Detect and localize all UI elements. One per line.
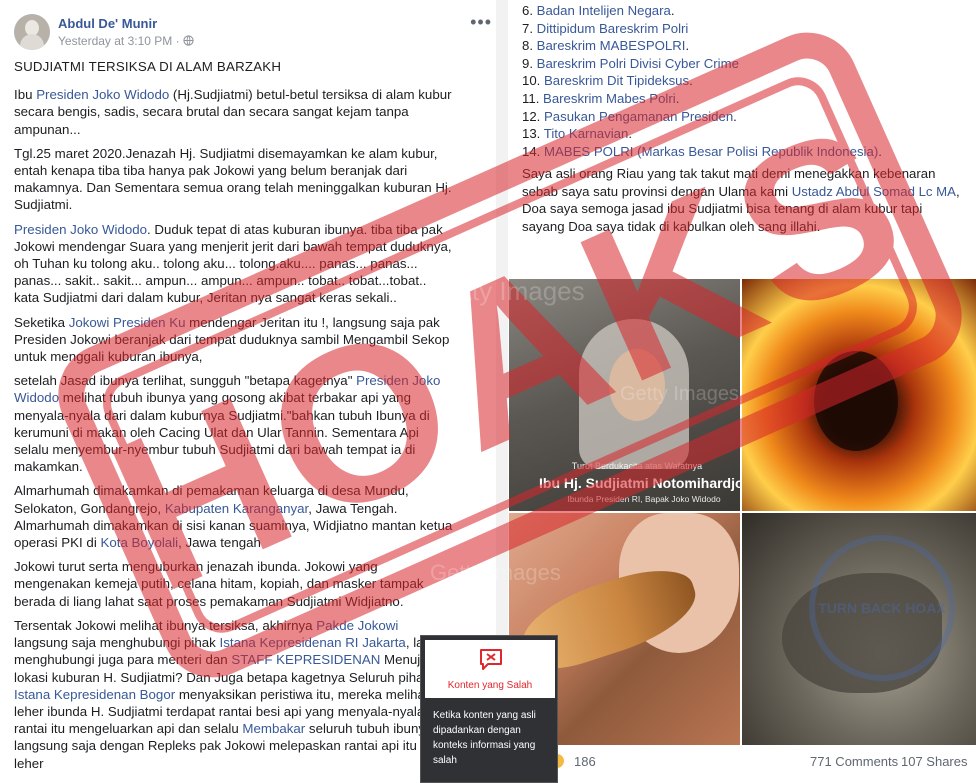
- inline-link[interactable]: Ustadz Abdul Somad Lc MA: [792, 184, 956, 199]
- list-number: 13.: [522, 126, 544, 142]
- inline-link[interactable]: STAFF KEPRESIDENAN: [231, 652, 380, 667]
- author-name[interactable]: Abdul De' Munir: [58, 16, 157, 31]
- avatar-body: [20, 34, 44, 50]
- text-run: setelah Jasad ibunya terlihat, sungguh "…: [14, 373, 357, 389]
- watermark-text: TURN BACK HOAX: [818, 600, 946, 616]
- list-item: 9. Bareskrim Polri Divisi Cyber Crime: [522, 55, 970, 73]
- shares-count[interactable]: 107 Shares: [901, 754, 968, 769]
- list-item: 8. Bareskrim MABESPOLRI.: [522, 37, 970, 55]
- numbered-list: 6. Badan Intelijen Negara. 7. Dittipidum …: [522, 2, 970, 160]
- text-run: .: [628, 126, 632, 142]
- ellipsis-icon: •••: [470, 12, 492, 32]
- photo-caption-name: Ibu Hj. Sudjiatmi Notomihardjo: [539, 475, 740, 491]
- inline-link[interactable]: Bareskrim Dit Tipideksus: [544, 73, 689, 88]
- text-run: .: [689, 73, 693, 89]
- inline-link[interactable]: Pakde Jokowi: [316, 618, 398, 633]
- post-paragraph: Seketika Jokowi Presiden Ku mendengar Je…: [14, 314, 454, 366]
- post-continuation-panel: 6. Badan Intelijen Negara. 7. Dittipidum …: [508, 0, 976, 783]
- text-run: .: [685, 38, 690, 54]
- inline-link[interactable]: Istana Kepresidenan RI Jakarta: [220, 635, 406, 650]
- turn-back-hoax-watermark: TURN BACK HOAX: [809, 535, 955, 681]
- inline-link[interactable]: Membakar: [242, 721, 305, 736]
- photo-dragon[interactable]: TURN BACK HOAX: [742, 513, 976, 745]
- list-item: 12. Pasukan Pengamanan Presiden.: [522, 108, 970, 126]
- post-paragraph: setelah Jasad ibunya terlihat, sungguh "…: [14, 372, 454, 475]
- text-run: SUDJIATMI TERSIKSA DI ALAM BARZAKH: [14, 59, 282, 74]
- photo-face-shape: [609, 349, 665, 421]
- list-item: 11. Bareskrim Mabes Polri.: [522, 90, 970, 108]
- more-options-button[interactable]: •••: [470, 12, 492, 33]
- inline-link[interactable]: Bareskrim Mabes Polri: [543, 91, 676, 106]
- text-run: .: [733, 108, 737, 124]
- warning-header: Konten yang Salah: [425, 640, 555, 698]
- inline-link[interactable]: Badan Intelijen Negara: [537, 3, 671, 18]
- closing-text: Saya asli orang Riau yang tak takut mati…: [522, 165, 962, 235]
- list-number: 6.: [522, 3, 537, 18]
- post-header: Abdul De' Munir Yesterday at 3:10 PM · •…: [14, 12, 494, 52]
- list-number: 9.: [522, 55, 537, 71]
- text-run: , Jawa tengah: [178, 535, 261, 551]
- post-paragraph: Presiden Joko Widodo. Duduk tepat di ata…: [14, 221, 454, 307]
- post-text: SUDJIATMI TERSIKSA DI ALAM BARZAKH Ibu Pr…: [14, 58, 454, 779]
- comments-count[interactable]: 771 Comments: [810, 754, 898, 769]
- globe-icon: [183, 35, 194, 46]
- reaction-count[interactable]: 186: [574, 754, 596, 769]
- list-number: 12.: [522, 108, 544, 124]
- warning-description: Ketika konten yang asli dipadankan denga…: [433, 710, 536, 766]
- inline-link[interactable]: MABES POLRI (Markas Besar Polisi Republi…: [544, 144, 878, 159]
- list-number: 7.: [522, 20, 537, 36]
- inline-link[interactable]: Presiden Joko Widodo: [36, 87, 169, 102]
- text-run: Ibu: [14, 87, 37, 103]
- list-number: 14.: [522, 143, 544, 159]
- inline-link[interactable]: Kota Boyolali: [100, 535, 178, 550]
- text-run: Seketika: [14, 314, 69, 330]
- post-paragraph: Tgl.25 maret 2020.Jenazah Hj. Sudjiatmi …: [14, 145, 454, 214]
- list-number: 11.: [522, 90, 544, 106]
- list-item: 13. Tito Karnavian.: [522, 125, 970, 143]
- list-item: 6. Badan Intelijen Negara.: [522, 2, 970, 20]
- avatar[interactable]: [14, 14, 50, 50]
- text-run: Tersentak Jokowi melihat ibunya tersiksa…: [14, 617, 317, 633]
- inline-link[interactable]: Pasukan Pengamanan Presiden: [544, 109, 733, 124]
- photo-caption-sub: Ibunda Presiden RI, Bapak Joko Widodo: [567, 494, 721, 504]
- photo-caption-small: Turut Berdukacita atas Wafatnya: [571, 461, 703, 471]
- post-stats: 186 771 Comments 107 Shares: [508, 748, 976, 778]
- inline-link[interactable]: Jokowi Presiden Ku: [69, 315, 186, 330]
- text-run: langsung saja menghubungi pihak: [14, 635, 220, 651]
- inline-link[interactable]: Kabupaten Karanganyar: [165, 501, 308, 516]
- inline-link[interactable]: Bareskrim MABESPOLRI: [537, 38, 686, 53]
- inline-link[interactable]: Bareskrim Polri Divisi Cyber Crime: [537, 56, 739, 71]
- list-item: 7. Dittipidum Bareskrim Polri: [522, 20, 970, 38]
- list-number: 8.: [522, 38, 537, 54]
- inline-link[interactable]: Presiden Joko Widodo: [14, 222, 147, 237]
- list-item: 14. MABES POLRI (Markas Besar Polisi Rep…: [522, 143, 970, 161]
- inline-link[interactable]: Tito Karnavian: [544, 126, 629, 141]
- photo-condolence[interactable]: Turut Berdukacita atas Wafatnya Ibu Hj. …: [509, 279, 740, 511]
- text-run: Tgl.25 maret 2020.Jenazah Hj. Sudjiatmi …: [14, 145, 452, 213]
- post-paragraph: Jokowi turut serta menguburkan jenazah i…: [14, 558, 454, 610]
- text-run: .: [670, 3, 675, 18]
- text-run: melihat tubuh ibunya yang gosong akibat …: [14, 390, 430, 475]
- text-run: Jokowi turut serta menguburkan jenazah i…: [14, 559, 424, 609]
- text-run: .: [878, 143, 882, 159]
- photo-burning-face[interactable]: [742, 279, 976, 511]
- photo-head-shape: [814, 351, 898, 451]
- inline-link[interactable]: Istana Kepresidenan Bogor: [14, 687, 175, 702]
- warning-title: Konten yang Salah: [447, 680, 533, 691]
- text-run: .: [675, 90, 680, 106]
- broken-message-icon: [480, 649, 502, 670]
- post-timestamp[interactable]: Yesterday at 3:10 PM ·: [58, 34, 183, 48]
- post-paragraph: Tersentak Jokowi melihat ibunya tersiksa…: [14, 617, 454, 772]
- inline-link[interactable]: Dittipidum Bareskrim Polri: [537, 21, 689, 36]
- post-meta: Yesterday at 3:10 PM ·: [58, 34, 194, 48]
- post-paragraph: Almarhumah dimakamkan di pemakaman kelua…: [14, 482, 454, 551]
- closing-paragraph: Saya asli orang Riau yang tak takut mati…: [522, 165, 962, 235]
- photo-grid: Turut Berdukacita atas Wafatnya Ibu Hj. …: [509, 279, 976, 745]
- post-paragraph: Ibu Presiden Joko Widodo (Hj.Sudjiatmi) …: [14, 86, 454, 138]
- false-context-label[interactable]: Konten yang Salah Ketika konten yang asl…: [420, 635, 558, 783]
- post-title: SUDJIATMI TERSIKSA DI ALAM BARZAKH: [14, 58, 454, 75]
- list-number: 10.: [522, 73, 544, 89]
- list-item: 10. Bareskrim Dit Tipideksus.: [522, 72, 970, 90]
